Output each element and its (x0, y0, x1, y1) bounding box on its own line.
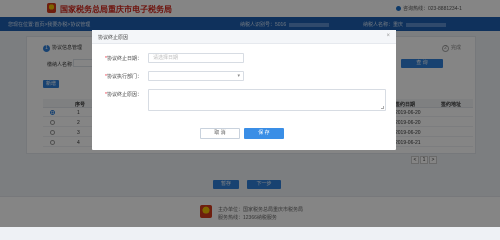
date-label: *协议终止日期： (105, 56, 142, 62)
close-icon[interactable]: × (386, 33, 390, 39)
org-label: *协议执行部门： (105, 74, 142, 80)
modal-header: 协议终止原因 × (92, 30, 396, 44)
save-button[interactable]: 保 存 (244, 128, 284, 139)
cancel-button[interactable]: 取 消 (200, 128, 240, 139)
modal-title: 协议终止原因 (98, 35, 129, 41)
termination-modal: 协议终止原因 × *协议终止日期： 请选择日期 *协议执行部门： ▾ *协议终止… (92, 30, 396, 150)
resize-handle-icon[interactable] (381, 106, 384, 109)
org-label-text: 协议执行部门： (106, 74, 142, 80)
reason-label: *协议终止原因： (105, 92, 142, 98)
execution-dept-select[interactable]: ▾ (148, 71, 244, 81)
date-label-text: 协议终止日期： (106, 56, 142, 62)
termination-reason-textarea[interactable] (148, 89, 386, 111)
chevron-down-icon: ▾ (237, 73, 240, 79)
termination-date-input[interactable]: 请选择日期 (148, 53, 244, 63)
reason-label-text: 协议终止原因： (106, 92, 142, 98)
